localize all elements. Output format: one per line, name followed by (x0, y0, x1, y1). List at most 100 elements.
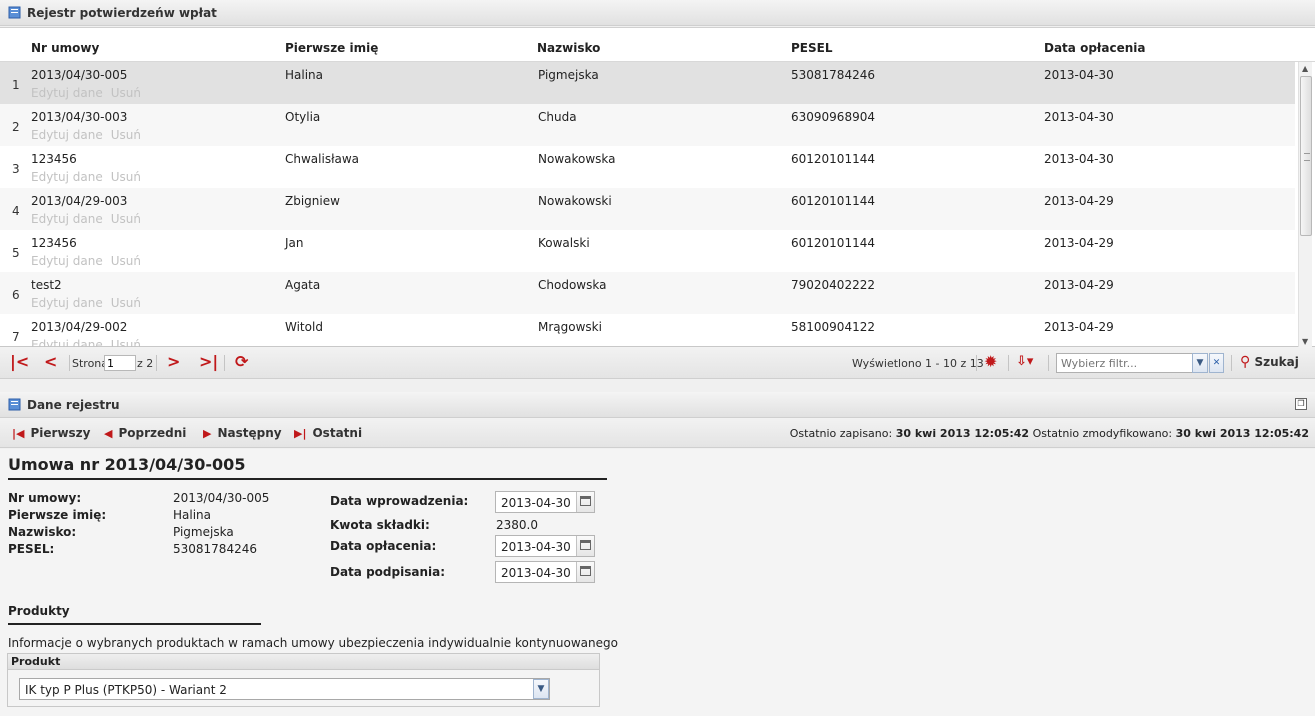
data-wprowadzenia-label: Data wprowadzenia: (330, 494, 469, 508)
refresh-icon[interactable]: ⟳ (235, 353, 248, 371)
table-row[interactable]: 7 2013/04/29-002 Witold Mrągowski 5810090412… (0, 314, 1295, 348)
delete-link[interactable]: Usuń (111, 170, 141, 184)
export-icon[interactable]: ⇩▾ (1016, 353, 1033, 371)
table-row[interactable]: 3 123456 Chwalisława Nowakowska 60120101144 2… (0, 146, 1295, 188)
first-record-button[interactable]: |◀ Pierwszy (12, 426, 90, 440)
prev-record-button[interactable]: ◀ Poprzedni (104, 426, 186, 440)
cell-pesel: 53081784246 (791, 68, 875, 82)
edit-link[interactable]: Edytuj dane (31, 296, 103, 310)
detail-toolbar: |◀ Pierwszy ◀ Poprzedni ▶ Następny ▶| Ostatn… (0, 418, 1315, 448)
cell-data-oplacenia: 2013-04-29 (1044, 320, 1114, 334)
search-button[interactable]: ⚲ Szukaj (1240, 354, 1299, 370)
cell-data-oplacenia: 2013-04-30 (1044, 152, 1114, 166)
grid-pager: |< < Strona z 2 > >| ⟳ Wyświetlono 1 - 1… (0, 347, 1315, 379)
filter-dropdown-icon[interactable]: ▼ (1192, 353, 1208, 373)
nazwisko-value: Pigmejska (173, 525, 234, 539)
book-icon (8, 6, 21, 19)
products-title: Produkty (8, 604, 70, 618)
calendar-icon[interactable] (576, 562, 594, 582)
delete-link[interactable]: Usuń (111, 296, 141, 310)
next-page-icon[interactable]: > (167, 353, 180, 371)
kwota-skladki-value: 2380.0 (496, 518, 538, 532)
table-row[interactable]: 6 test2 Agata Chodowska 79020402222 2013-04-2… (0, 272, 1295, 314)
row-number: 7 (12, 330, 20, 344)
cell-pesel: 58100904122 (791, 320, 875, 334)
save-status: Ostatnio zapisano: 30 kwi 2013 12:05:42 … (789, 427, 1309, 440)
prev-page-icon[interactable]: < (44, 353, 57, 371)
filter-input[interactable] (1056, 353, 1204, 373)
product-select[interactable]: IK typ P Plus (PTKP50) - Wariant 2 ▼ (19, 678, 550, 700)
calendar-icon[interactable] (576, 536, 594, 556)
delete-link[interactable]: Usuń (111, 254, 141, 268)
data-oplacenia-field[interactable]: 2013-04-30 (495, 535, 595, 557)
cell-data-oplacenia: 2013-04-30 (1044, 68, 1114, 82)
first-page-icon[interactable]: |< (10, 353, 29, 371)
filter-clear-icon[interactable]: ✕ (1209, 353, 1224, 373)
cell-nr-umowy: 2013/04/29-003 (31, 194, 128, 208)
edit-link[interactable]: Edytuj dane (31, 86, 103, 100)
delete-link[interactable]: Usuń (111, 212, 141, 226)
record-heading: Umowa nr 2013/04/30-005 (8, 455, 246, 474)
delete-link[interactable]: Usuń (111, 86, 141, 100)
nr-umowy-value: 2013/04/30-005 (173, 491, 270, 505)
row-actions: Edytuj dane Usuń (31, 254, 149, 268)
column-header-nr-umowy[interactable]: Nr umowy (31, 41, 99, 55)
page-label: Strona (72, 357, 109, 370)
edit-link[interactable]: Edytuj dane (31, 212, 103, 226)
scroll-up-icon[interactable]: ▲ (1302, 64, 1308, 73)
column-header-nazwisko[interactable]: Nazwisko (537, 41, 600, 55)
restore-window-icon[interactable]: ❐ (1295, 398, 1307, 410)
search-button-label: Szukaj (1254, 355, 1299, 369)
data-wprowadzenia-field[interactable]: 2013-04-30 (495, 491, 595, 513)
pesel-value: 53081784246 (173, 542, 257, 556)
row-actions: Edytuj dane Usuń (31, 212, 149, 226)
page-number-input[interactable] (104, 355, 136, 371)
detail-panel-header: Dane rejestru ❐ (0, 392, 1315, 418)
row-actions: Edytuj dane Usuń (31, 128, 149, 142)
registry-grid: Nr umowy Pierwsze imię Nazwisko PESEL Da… (0, 27, 1315, 348)
cell-pesel: 60120101144 (791, 152, 875, 166)
row-number: 1 (12, 78, 20, 92)
cell-nazwisko: Chuda (538, 110, 577, 124)
book-icon (8, 398, 21, 411)
edit-link[interactable]: Edytuj dane (31, 170, 103, 184)
table-row[interactable]: 2 2013/04/30-003 Otylia Chuda 63090968904 201… (0, 104, 1295, 146)
edit-link[interactable]: Edytuj dane (31, 128, 103, 142)
scroll-thumb[interactable] (1300, 76, 1312, 236)
next-record-icon: ▶ (203, 427, 212, 440)
cell-pesel: 60120101144 (791, 194, 875, 208)
next-record-button[interactable]: ▶ Następny (203, 426, 282, 440)
cell-nazwisko: Kowalski (538, 236, 590, 250)
chevron-down-icon[interactable]: ▼ (533, 679, 549, 699)
column-header-data-oplacenia[interactable]: Data opłacenia (1044, 41, 1145, 55)
table-row[interactable]: 4 2013/04/29-003 Zbigniew Nowakowski 6012010… (0, 188, 1295, 230)
table-row[interactable]: 5 123456 Jan Kowalski 60120101144 2013-04-29 E… (0, 230, 1295, 272)
calendar-icon[interactable] (576, 492, 594, 512)
registry-panel-title: Rejestr potwierdzeńw wpłat (27, 5, 217, 20)
scroll-down-icon[interactable]: ▼ (1302, 337, 1308, 346)
grid-scrollbar[interactable]: ▲ ▼ (1298, 62, 1312, 348)
last-record-icon: ▶| (294, 427, 307, 440)
cell-nr-umowy: 2013/04/29-002 (31, 320, 128, 334)
first-record-icon: |◀ (12, 427, 25, 440)
row-actions: Edytuj dane Usuń (31, 86, 149, 100)
cell-pierwsze-imie: Chwalisława (285, 152, 360, 166)
cell-data-oplacenia: 2013-04-29 (1044, 194, 1114, 208)
edit-link[interactable]: Edytuj dane (31, 254, 103, 268)
delete-link[interactable]: Usuń (111, 128, 141, 142)
column-header-pesel[interactable]: PESEL (791, 41, 832, 55)
last-record-button[interactable]: ▶| Ostatni (294, 426, 362, 440)
row-actions: Edytuj dane Usuń (31, 170, 149, 184)
cell-pesel: 60120101144 (791, 236, 875, 250)
page-count-label: z 2 (137, 357, 154, 370)
row-number: 2 (12, 120, 20, 134)
row-number: 5 (12, 246, 20, 260)
data-podpisania-field[interactable]: 2013-04-30 (495, 561, 595, 583)
detail-panel-title: Dane rejestru (27, 397, 120, 412)
cell-pierwsze-imie: Agata (285, 278, 321, 292)
table-row[interactable]: 1 2013/04/30-005 Halina Pigmejska 5308178424… (0, 62, 1295, 104)
column-header-pierwsze-imie[interactable]: Pierwsze imię (285, 41, 378, 55)
data-oplacenia-label: Data opłacenia: (330, 539, 437, 553)
settings-gear-icon[interactable]: ✹ (984, 353, 997, 371)
last-page-icon[interactable]: >| (199, 353, 218, 371)
